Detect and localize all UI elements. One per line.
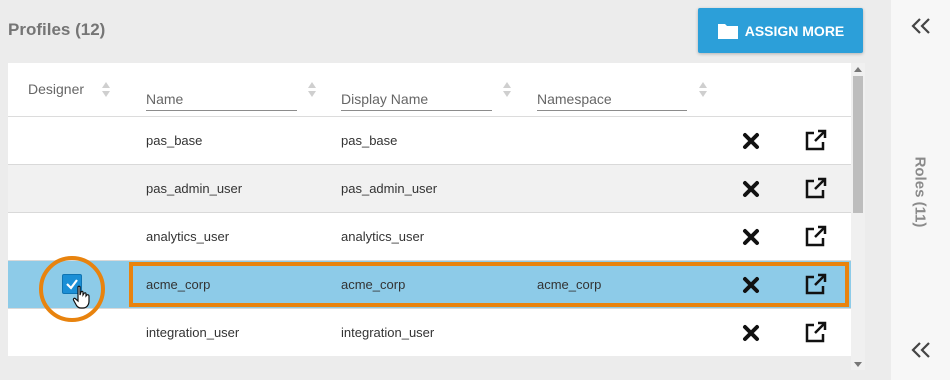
table-row[interactable]: integration_user integration_user bbox=[8, 309, 851, 356]
cell-name: analytics_user bbox=[146, 229, 230, 244]
highlight-circle bbox=[39, 256, 105, 322]
column-designer[interactable]: Designer bbox=[28, 63, 128, 117]
open-external-icon[interactable] bbox=[804, 320, 828, 344]
panel-title: Profiles (12) bbox=[8, 20, 106, 39]
sort-icon[interactable] bbox=[503, 82, 512, 98]
open-external-icon[interactable] bbox=[804, 176, 828, 200]
remove-icon[interactable] bbox=[742, 228, 760, 246]
remove-icon[interactable] bbox=[742, 132, 760, 150]
cell-name: pas_admin_user bbox=[146, 181, 243, 196]
column-namespace-filter-line[interactable] bbox=[537, 110, 687, 111]
table-scrollbar[interactable] bbox=[851, 63, 865, 370]
double-chevron-left-icon[interactable] bbox=[910, 17, 932, 35]
profiles-table: Designer Name Display Name Namespace pas… bbox=[8, 63, 851, 356]
cell-name: pas_base bbox=[146, 133, 203, 148]
open-external-icon[interactable] bbox=[804, 128, 828, 152]
column-name-label: Name bbox=[146, 91, 184, 107]
column-designer-label: Designer bbox=[28, 81, 85, 97]
column-namespace-label: Namespace bbox=[537, 91, 612, 107]
highlight-rectangle bbox=[129, 262, 849, 307]
column-display-name-filter-line[interactable] bbox=[341, 110, 492, 111]
column-name-filter-line[interactable] bbox=[146, 110, 297, 111]
table-header: Designer Name Display Name Namespace bbox=[8, 63, 851, 117]
cell-name: integration_user bbox=[146, 325, 240, 340]
column-namespace[interactable]: Namespace bbox=[537, 63, 717, 117]
sort-icon[interactable] bbox=[699, 82, 708, 98]
column-display-name[interactable]: Display Name bbox=[341, 63, 521, 117]
remove-icon[interactable] bbox=[742, 180, 760, 198]
scroll-down-icon[interactable] bbox=[854, 362, 862, 367]
scroll-thumb[interactable] bbox=[853, 76, 863, 213]
scroll-up-icon[interactable] bbox=[854, 67, 862, 72]
open-external-icon[interactable] bbox=[804, 224, 828, 248]
roles-panel-label[interactable]: Roles (11) bbox=[912, 157, 929, 228]
table-row[interactable]: pas_admin_user pas_admin_user bbox=[8, 165, 851, 213]
table-row[interactable]: analytics_user analytics_user bbox=[8, 213, 851, 261]
sort-icon[interactable] bbox=[308, 82, 317, 98]
cell-display-name: pas_base bbox=[341, 133, 398, 148]
roles-side-panel: Roles (11) bbox=[891, 0, 950, 380]
assign-more-label: ASSIGN MORE bbox=[744, 22, 845, 39]
sort-icon[interactable] bbox=[102, 82, 111, 98]
cell-display-name: analytics_user bbox=[341, 229, 425, 244]
column-display-name-label: Display Name bbox=[341, 91, 429, 107]
cell-display-name: pas_admin_user bbox=[341, 181, 438, 196]
double-chevron-left-icon[interactable] bbox=[910, 341, 932, 359]
cell-display-name: integration_user bbox=[341, 325, 435, 340]
assign-more-button[interactable]: ASSIGN MORE bbox=[698, 8, 863, 53]
profiles-panel: Profiles (12) ASSIGN MORE Designer Name … bbox=[0, 0, 876, 380]
folder-icon bbox=[717, 22, 739, 40]
remove-icon[interactable] bbox=[742, 324, 760, 342]
table-row[interactable]: pas_base pas_base bbox=[8, 117, 851, 165]
column-name[interactable]: Name bbox=[146, 63, 326, 117]
